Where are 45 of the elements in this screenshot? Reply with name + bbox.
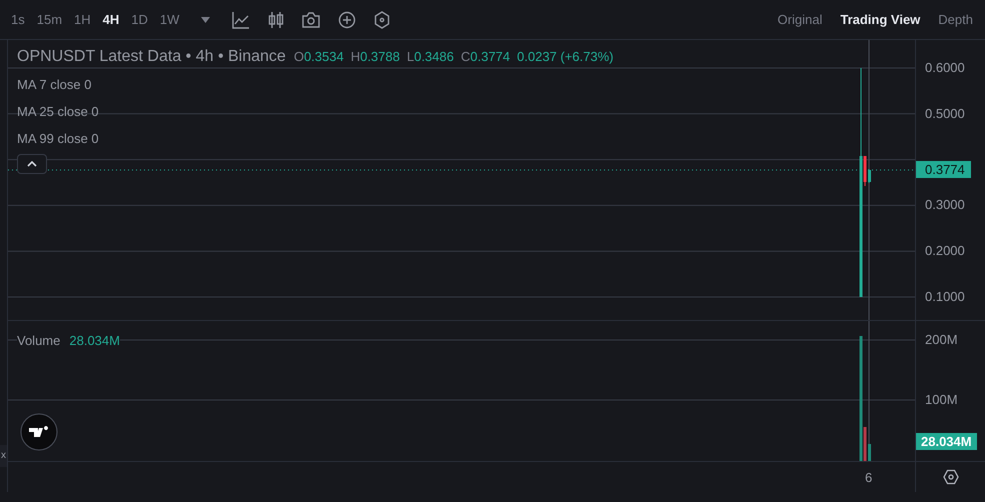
ohlc-label: H — [350, 49, 360, 64]
price-tick: 0.1000 — [925, 289, 965, 304]
view-tab[interactable]: Trading View — [840, 12, 920, 27]
last-price-tag: 0.3774 — [916, 161, 971, 178]
interval-tab[interactable]: 1D — [125, 12, 154, 27]
volume-label: Volume — [17, 333, 60, 348]
collapse-tab[interactable]: x — [0, 445, 7, 467]
view-tab[interactable]: Original — [778, 12, 822, 27]
line-chart-icon[interactable] — [232, 10, 250, 28]
caret-icon[interactable] — [201, 16, 210, 22]
candlestick-icon[interactable] — [268, 10, 284, 28]
ohlc-value: 0.3788 — [360, 49, 400, 64]
indicator-label: MA 99 close 0 — [17, 131, 100, 147]
last-volume-tag: 28.034M — [916, 433, 977, 450]
volume-value: 28.034M — [69, 333, 120, 348]
ohlc-value: 0.3534 — [304, 49, 344, 64]
price-change: 0.0237 (+6.73%) — [517, 49, 614, 64]
price-tick: 0.2000 — [925, 243, 965, 258]
logo-icon — [20, 413, 58, 451]
chart-title: OPNUSDT Latest Data • 4h • Binance — [17, 48, 286, 66]
price-tick: 0.3000 — [925, 197, 965, 212]
interval-tab[interactable]: 1H — [68, 12, 97, 27]
settings-icon[interactable] — [374, 10, 390, 28]
ohlc-value: 0.3486 — [414, 49, 454, 64]
chevron-up-icon — [27, 161, 37, 167]
price-tick: 0.5000 — [925, 106, 965, 121]
ohlc-value: 0.3774 — [470, 49, 510, 64]
ohlc-label: C — [460, 49, 470, 64]
price-tick: 0.6000 — [925, 60, 965, 75]
camera-icon[interactable] — [302, 12, 320, 28]
indicator-label: MA 7 close 0 — [17, 77, 92, 93]
interval-tab[interactable]: 15m — [30, 12, 68, 27]
indicator-label: MA 25 close 0 — [17, 104, 100, 120]
settings-icon[interactable] — [942, 469, 958, 485]
time-tick: 6 — [865, 470, 872, 485]
collapse-button[interactable] — [17, 154, 47, 174]
plus-circle-icon[interactable] — [338, 10, 356, 28]
interval-tab[interactable]: 1W — [154, 12, 186, 27]
ohlc-label: O — [294, 49, 304, 64]
interval-tab[interactable]: 1s — [5, 12, 31, 27]
volume-tick: 200M — [925, 332, 958, 347]
interval-tab[interactable]: 4H — [96, 12, 126, 27]
ohlc-label: L — [406, 49, 414, 64]
volume-tick: 100M — [925, 392, 958, 407]
view-tab[interactable]: Depth — [938, 12, 973, 27]
